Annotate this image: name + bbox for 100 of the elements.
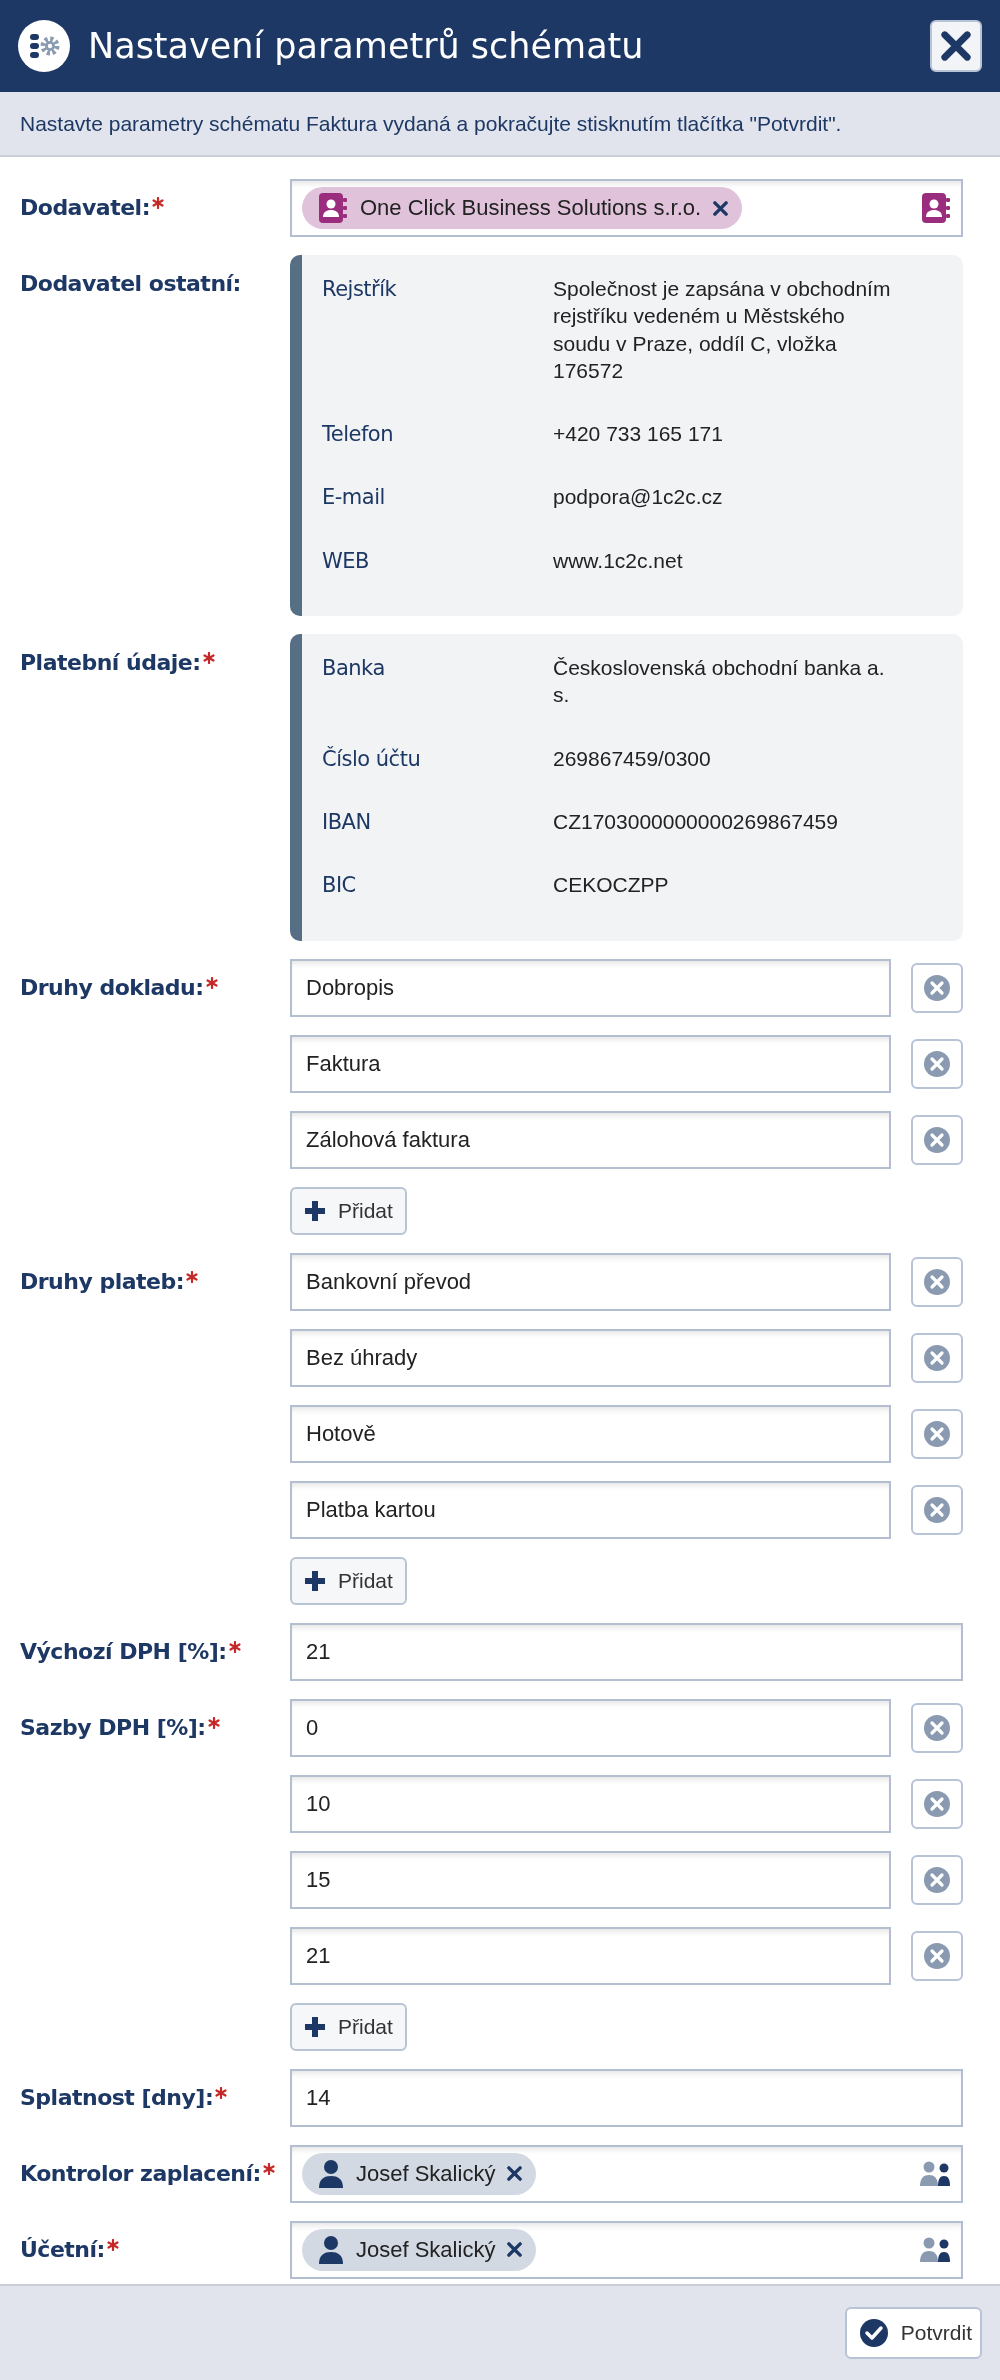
field-label: Splatnost [dny]: [20, 2084, 214, 2110]
remove-button[interactable] [911, 1484, 963, 1535]
settings-list-icon [18, 20, 70, 72]
contact-card-icon [921, 192, 951, 224]
input-field[interactable]: 21 [290, 1622, 963, 1681]
required-icon [215, 2086, 228, 2099]
field-label: Účetní: [20, 2236, 105, 2262]
info-label: IBAN [322, 808, 372, 836]
field-label: Druhy dokladu: [20, 974, 204, 1000]
clear-icon [923, 973, 951, 1002]
remove-button[interactable] [911, 1038, 963, 1089]
contact-card-icon [318, 192, 348, 224]
clear-icon [923, 1789, 951, 1818]
info-value: CEKOCZPP [553, 872, 670, 899]
input-field[interactable]: 15 [290, 1850, 891, 1909]
person-icon [318, 2158, 344, 2189]
info-label: BIC [322, 872, 357, 900]
remove-button[interactable] [911, 1256, 963, 1307]
input-field[interactable]: Faktura [290, 1034, 891, 1093]
clear-icon [923, 1049, 951, 1078]
clear-icon [923, 1419, 951, 1448]
remove-icon [713, 200, 729, 216]
tag-text: One Click Business Solutions s.r.o. [360, 195, 702, 221]
clear-icon [923, 1343, 951, 1372]
info-value: podpora@1c2c.cz [553, 484, 724, 511]
person-field[interactable]: Josef Skalický [290, 2220, 963, 2279]
info-value: 269867459/0300 [553, 745, 712, 772]
add-button[interactable]: Přidat [290, 1556, 407, 1605]
field-label: Výchozí DPH [%]: [20, 1638, 227, 1664]
person-field[interactable]: Josef Skalický [290, 2144, 963, 2203]
field-label: Dodavatel: [20, 195, 150, 220]
field-label: Dodavatel ostatní: [20, 271, 241, 296]
required-icon [151, 197, 164, 209]
tag-text: Josef Skalický [356, 2236, 496, 2263]
plus-icon [304, 2015, 326, 2038]
required-icon [228, 1640, 241, 1653]
plus-icon [304, 1199, 326, 1222]
person-icon [318, 2234, 344, 2265]
input-field[interactable]: Platba kartou [290, 1480, 891, 1539]
input-field[interactable]: Dobropis [290, 958, 891, 1017]
clear-icon [923, 1941, 951, 1970]
input-field[interactable]: Hotově [290, 1404, 891, 1463]
clear-icon [923, 1125, 951, 1154]
selected-tag[interactable]: Josef Skalický [302, 2152, 537, 2195]
people-icon [919, 2160, 951, 2187]
remove-button[interactable] [911, 1702, 963, 1753]
info-value: www.1c2c.net [553, 547, 684, 574]
info-value: +420 733 165 171 [553, 421, 724, 448]
clear-icon [923, 1267, 951, 1296]
field-label: Sazby DPH [%]: [20, 1714, 206, 1740]
required-icon [106, 2238, 119, 2251]
selected-tag[interactable]: Josef Skalický [302, 2228, 537, 2271]
info-label: Rejstřík [322, 276, 398, 303]
required-icon [202, 652, 215, 665]
input-field[interactable]: Zálohová faktura [290, 1110, 891, 1169]
required-icon [207, 1716, 220, 1729]
remove-button[interactable] [911, 1854, 963, 1905]
input-field[interactable]: 0 [290, 1698, 891, 1757]
dialog-title: Nastavení parametrů schématu [88, 26, 645, 66]
remove-button[interactable] [911, 962, 963, 1013]
remove-icon [507, 2166, 523, 2182]
people-icon [919, 2236, 951, 2263]
info-label: Číslo účtu [322, 745, 422, 773]
tag-text: Josef Skalický [356, 2160, 496, 2187]
input-field[interactable]: 10 [290, 1774, 891, 1833]
selected-tag[interactable]: One Click Business Solutions s.r.o. [302, 187, 743, 229]
clear-icon [923, 1495, 951, 1524]
info-label: Telefon [322, 421, 394, 449]
input-field[interactable]: 21 [290, 1926, 891, 1985]
input-field[interactable]: Bankovní převod [290, 1252, 891, 1311]
input-field[interactable]: 14 [290, 2068, 963, 2127]
clear-icon [923, 1865, 951, 1894]
remove-icon [507, 2242, 523, 2258]
plus-icon [304, 1569, 326, 1592]
field-label: Druhy plateb: [20, 1268, 185, 1294]
remove-button[interactable] [911, 1930, 963, 1981]
info-value: Společnost je zapsána v obchodním rejstříku vedeném u Městského soudu v Praze, oddíl C, vložka 176572 [553, 276, 892, 384]
supplier-field[interactable]: One Click Business Solutions s.r.o. [290, 179, 963, 237]
required-icon [262, 2162, 275, 2175]
add-button[interactable]: Přidat [290, 1186, 407, 1235]
info-label: E-mail [322, 484, 386, 512]
field-label: Platební údaje: [20, 650, 201, 676]
info-value: CZ1703000000000269867459 [553, 808, 839, 835]
required-icon [205, 976, 218, 989]
remove-button[interactable] [911, 1408, 963, 1459]
close-icon [941, 31, 971, 61]
check-icon [858, 2318, 889, 2348]
clear-icon [923, 1713, 951, 1742]
required-icon [186, 1270, 199, 1283]
info-label: WEB [322, 547, 370, 575]
remove-button[interactable] [911, 1114, 963, 1165]
add-button[interactable]: Přidat [290, 2002, 407, 2051]
info-label: Banka [322, 655, 386, 683]
input-field[interactable]: Bez úhrady [290, 1328, 891, 1387]
instructions-text: Nastavte parametry schématu Faktura vydaná a pokračujte stisknutím tlačítka "Potvrdit". [20, 111, 842, 136]
field-label: Kontrolor zaplacení: [20, 2160, 261, 2186]
confirm-button[interactable]: Potvrdit [844, 2307, 982, 2359]
close-button[interactable] [930, 20, 982, 72]
remove-button[interactable] [911, 1778, 963, 1829]
remove-button[interactable] [911, 1332, 963, 1383]
